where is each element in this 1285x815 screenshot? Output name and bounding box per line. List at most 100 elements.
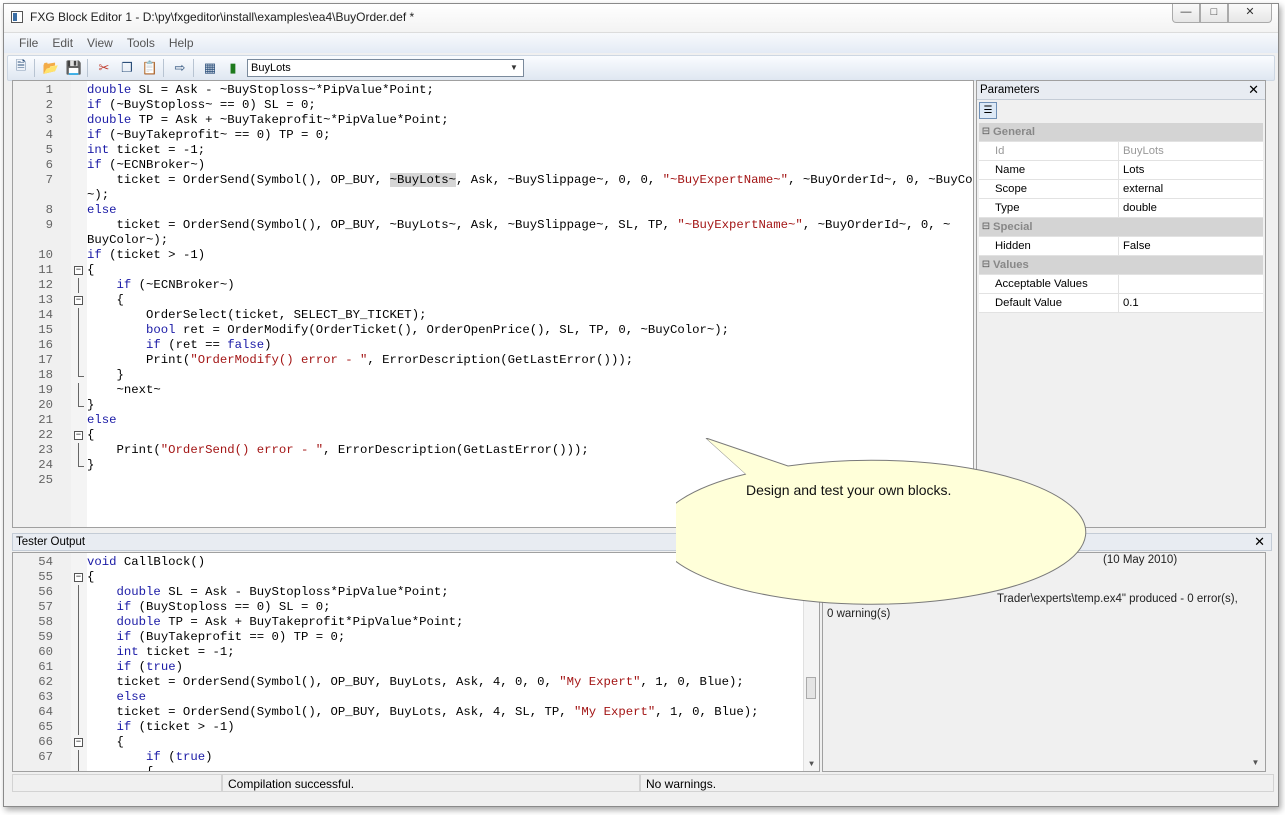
insert-icon[interactable]: ▮ bbox=[223, 58, 243, 78]
code-line: 61 if (true) bbox=[13, 660, 819, 675]
code-line: 65 if (ticket > -1) bbox=[13, 720, 819, 735]
fold-collapse-icon[interactable]: − bbox=[74, 431, 83, 440]
status-bar: Compilation successful. No warnings. bbox=[7, 772, 1275, 794]
tester-code-view[interactable]: 54 void CallBlock() 55−{56 double SL = Ask… bbox=[12, 552, 820, 772]
code-token: "OrderSend() error - " bbox=[160, 443, 324, 457]
code-text: } bbox=[87, 368, 124, 383]
maximize-button[interactable]: □ bbox=[1200, 4, 1228, 23]
category-label: General bbox=[993, 126, 1036, 138]
fold-collapse-icon[interactable]: − bbox=[74, 266, 83, 275]
fold-guide bbox=[78, 338, 79, 353]
menu-bar: File Edit View Tools Help bbox=[4, 33, 1278, 53]
code-token: , ErrorDescription(GetLastError())); bbox=[367, 353, 634, 367]
line-number: 22 bbox=[38, 428, 53, 442]
line-number: 12 bbox=[38, 278, 53, 292]
chevron-down-icon[interactable]: ▼ bbox=[507, 61, 521, 75]
code-text: if (~BuyStoploss~ == 0) SL = 0; bbox=[87, 98, 316, 113]
property-row[interactable]: Acceptable Values bbox=[979, 275, 1263, 294]
callout-text: Design and test your own blocks. bbox=[746, 482, 952, 498]
code-text: BuyColor~); bbox=[87, 233, 168, 248]
cut-icon[interactable]: ✂ bbox=[94, 58, 114, 78]
code-text: ticket = OrderSend(Symbol(), OP_BUY, ~Bu… bbox=[87, 173, 973, 188]
collapse-icon[interactable]: ⊟ bbox=[979, 123, 993, 141]
parameters-panel: Parameters ✕ ☰ ⊟ General Id BuyLots Name Lots… bbox=[976, 80, 1266, 528]
code-line: 5 int ticket = -1; bbox=[13, 143, 973, 158]
open-icon[interactable]: 📂 bbox=[41, 58, 61, 78]
line-number: 63 bbox=[38, 690, 53, 704]
code-line: BuyColor~); bbox=[13, 233, 973, 248]
property-row[interactable]: Hidden False bbox=[979, 237, 1263, 256]
scroll-down-arrow-icon[interactable]: ▼ bbox=[804, 760, 819, 769]
menu-edit[interactable]: Edit bbox=[45, 33, 80, 53]
code-token: "~BuyExpertName~" bbox=[662, 173, 789, 187]
property-value[interactable]: BuyLots bbox=[1119, 142, 1164, 160]
code-token: "~BuyExpertName~" bbox=[677, 218, 803, 232]
code-text: { bbox=[87, 428, 94, 443]
property-row[interactable]: Type double bbox=[979, 199, 1263, 218]
code-text: ticket = OrderSend(Symbol(), OP_BUY, Buy… bbox=[87, 705, 759, 720]
fold-guide bbox=[78, 660, 79, 675]
paste-icon[interactable]: 📋 bbox=[140, 58, 160, 78]
code-token: ticket = OrderSend(Symbol(), OP_BUY, bbox=[87, 173, 390, 187]
table-icon[interactable]: ▦ bbox=[200, 58, 220, 78]
close-icon[interactable]: ✕ bbox=[1254, 534, 1265, 550]
line-number: 18 bbox=[38, 368, 53, 382]
code-line: 3 double TP = Ask + ~BuyTakeprofit~*PipVa… bbox=[13, 113, 973, 128]
line-number: 59 bbox=[38, 630, 53, 644]
line-number: 60 bbox=[38, 645, 53, 659]
new-icon[interactable]: 🗎 bbox=[11, 58, 31, 78]
fold-collapse-icon[interactable]: − bbox=[74, 296, 83, 305]
property-value[interactable]: Lots bbox=[1119, 161, 1144, 179]
code-token: , ErrorDescription(GetLastError())); bbox=[323, 443, 589, 457]
code-text: } bbox=[87, 398, 94, 413]
code-editor[interactable]: 1 double SL = Ask - ~BuyStoploss~*PipValu… bbox=[12, 80, 974, 528]
code-token: true bbox=[146, 660, 176, 674]
save-icon[interactable]: 💾 bbox=[64, 58, 84, 78]
collapse-icon[interactable]: ⊟ bbox=[979, 256, 993, 274]
property-value[interactable]: 0.1 bbox=[1119, 294, 1139, 312]
fold-collapse-icon[interactable]: − bbox=[74, 573, 83, 582]
line-number: 4 bbox=[45, 128, 53, 142]
code-token: double bbox=[87, 113, 132, 127]
close-icon[interactable]: ✕ bbox=[1248, 81, 1259, 99]
code-line: 67 if (true) bbox=[13, 750, 819, 765]
fold-collapse-icon[interactable]: − bbox=[74, 738, 83, 747]
property-category[interactable]: ⊟ Special bbox=[979, 218, 1263, 237]
copy-icon[interactable]: ❐ bbox=[117, 58, 137, 78]
scrollbar-thumb[interactable] bbox=[806, 677, 816, 699]
fold-end-guide bbox=[78, 458, 84, 467]
close-button[interactable]: ✕ bbox=[1228, 4, 1272, 23]
property-row[interactable]: Name Lots bbox=[979, 161, 1263, 180]
vertical-scrollbar[interactable]: ▼ bbox=[803, 553, 819, 771]
property-value[interactable]: external bbox=[1119, 180, 1163, 198]
scroll-down-arrow-icon[interactable]: ▼ bbox=[1248, 758, 1263, 767]
line-number: 1 bbox=[45, 83, 53, 97]
menu-help[interactable]: Help bbox=[162, 33, 201, 53]
run-icon[interactable]: ⇨ bbox=[170, 58, 190, 78]
line-number: 13 bbox=[38, 293, 53, 307]
menu-file[interactable]: File bbox=[12, 33, 45, 53]
code-token: true bbox=[175, 750, 206, 764]
minimize-button[interactable]: — bbox=[1172, 4, 1200, 23]
property-row[interactable]: Id BuyLots bbox=[979, 142, 1263, 161]
categorized-view-icon[interactable]: ☰ bbox=[979, 102, 997, 119]
property-value[interactable] bbox=[1119, 275, 1123, 293]
property-value[interactable]: False bbox=[1119, 237, 1151, 255]
property-category[interactable]: ⊟ General bbox=[979, 123, 1263, 142]
property-row[interactable]: Scope external bbox=[979, 180, 1263, 199]
code-token: (~BuyTakeprofit~ == 0) TP = 0; bbox=[101, 128, 331, 142]
property-value[interactable]: double bbox=[1119, 199, 1157, 217]
property-category[interactable]: ⊟ Values bbox=[979, 256, 1263, 275]
code-token: SL = Ask - BuyStoploss*PipValue*Point; bbox=[160, 585, 449, 599]
menu-view[interactable]: View bbox=[80, 33, 120, 53]
block-selector[interactable]: BuyLots ▼ bbox=[247, 59, 524, 77]
line-number: 56 bbox=[38, 585, 53, 599]
block-selector-value: BuyLots bbox=[251, 62, 291, 74]
menu-tools[interactable]: Tools bbox=[120, 33, 162, 53]
property-name: Type bbox=[979, 199, 1119, 217]
property-row[interactable]: Default Value 0.1 bbox=[979, 294, 1263, 313]
collapse-icon[interactable]: ⊟ bbox=[979, 218, 993, 236]
code-text: else bbox=[87, 690, 147, 705]
